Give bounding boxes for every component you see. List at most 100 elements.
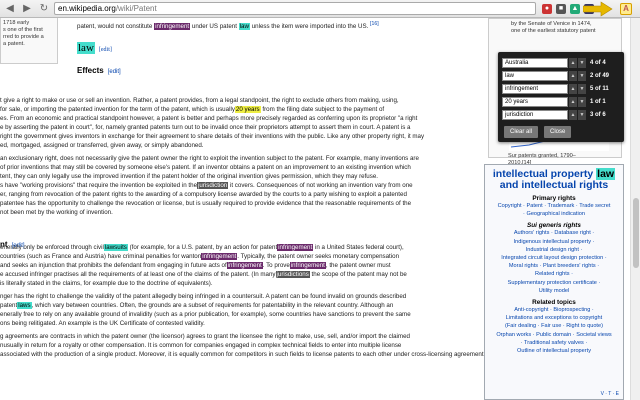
navbox-vte-links[interactable]: V · T · E: [601, 391, 619, 397]
find-term-input[interactable]: jurisdiction: [502, 110, 568, 120]
text-span: is literally stated in the claims, for e…: [0, 280, 213, 287]
find-match-count: 1 of 1: [590, 99, 606, 105]
caption-line: 1718 early: [3, 20, 30, 26]
text-line: t give a right to make or use or sell an…: [0, 96, 399, 105]
back-icon[interactable]: ◀: [3, 2, 17, 16]
clear-all-button[interactable]: Clear all: [504, 126, 539, 138]
find-row: law ▲ ▼ 2 of 49: [502, 70, 620, 82]
find-next-icon[interactable]: ▼: [578, 97, 586, 107]
find-row: Australia ▲ ▼ 4 of 4: [502, 57, 620, 69]
navbox-link-line[interactable]: Limitations and exceptions to copyright: [485, 314, 623, 322]
find-prev-icon[interactable]: ▲: [569, 71, 577, 81]
text-line: er, ranging from revocation of the paten…: [0, 190, 407, 199]
text-line: nger has the right to challenge the vali…: [0, 292, 406, 301]
text-span: A patent is a: [375, 124, 411, 131]
find-term-input[interactable]: 20 years: [502, 97, 568, 107]
text-span: countries (such as France and Austria) h…: [0, 253, 202, 260]
text-line: countries (such as France and Austria) h…: [0, 252, 399, 261]
find-highlight: infringement: [226, 262, 263, 269]
edit-link[interactable]: [edit]: [99, 47, 112, 53]
scrollbar-thumb[interactable]: [633, 198, 639, 268]
navbox-link-line[interactable]: Utility model: [485, 287, 623, 295]
text-span: . To prove: [262, 262, 290, 269]
text-span: not been met by the working of invention…: [0, 209, 113, 216]
navbox-link-line[interactable]: Authors' rights · Database right ·: [485, 229, 623, 237]
find-highlight: 20 years: [234, 106, 261, 113]
find-prev-icon[interactable]: ▲: [569, 84, 577, 94]
text-span: an exclusionary right, does not necessar…: [0, 155, 419, 162]
text-line: patent, would not constitute infringemen…: [77, 20, 379, 31]
navbox-link-line[interactable]: Industrial design right ·: [485, 246, 623, 254]
navbox-link-line[interactable]: Copyright · Patent · Trademark · Trade s…: [485, 202, 623, 210]
text-span: , which vary between countries. Often, t…: [31, 302, 394, 309]
navbox-link-line[interactable]: Integrated circuit layout design protect…: [485, 254, 623, 262]
text-span: patent: [0, 302, 18, 309]
text-span: es. From an economic and practical stand…: [0, 115, 418, 122]
text-line: ed, mortgaged, assigned or transferred, …: [0, 141, 204, 150]
browser-toolbar: ◀ ▶ ↻ en.wikipedia.org /wiki/Patent ● ■ …: [0, 0, 640, 18]
text-span: (for example, for a U.S. patent, by an a…: [127, 244, 278, 251]
reference-link[interactable]: [16]: [370, 21, 379, 27]
address-bar[interactable]: en.wikipedia.org /wiki/Patent: [54, 2, 536, 15]
ip-navbox: intellectual property law and intellectu…: [484, 164, 624, 400]
find-prev-icon[interactable]: ▲: [569, 97, 577, 107]
find-row: 20 years ▲ ▼ 1 of 1: [502, 96, 620, 108]
vertical-scrollbar[interactable]: [630, 18, 640, 400]
text-span: from making, using,: [342, 97, 399, 104]
find-highlight: infringement: [201, 253, 238, 260]
find-next-icon[interactable]: ▼: [578, 58, 586, 68]
text-line: s have "working provisions" that require…: [0, 181, 413, 190]
find-term-input[interactable]: infringement: [502, 84, 568, 94]
navbox-link-line[interactable]: Anti-copyright · Bioprospecting ·: [485, 306, 623, 314]
find-next-icon[interactable]: ▼: [578, 71, 586, 81]
find-prev-icon[interactable]: ▲: [569, 110, 577, 120]
find-match-count: 3 of 6: [590, 112, 606, 118]
text-line: ons being relitigated. An example is the…: [0, 319, 205, 328]
find-highlight: laws: [17, 302, 32, 309]
find-term-input[interactable]: Australia: [502, 58, 568, 68]
text-span: subject to the payment of: [313, 106, 385, 113]
navbox-link-line[interactable]: · Traditional safety valves ·: [485, 339, 623, 347]
navbox-link-line[interactable]: (Fair dealing · Fair use · Right to quot…: [485, 322, 623, 330]
navbox-link-line[interactable]: · Geographical indication: [485, 210, 623, 218]
extension-icon-gray[interactable]: ■: [556, 3, 566, 14]
text-span: in a United States federal court),: [313, 244, 404, 251]
find-prev-icon[interactable]: ▲: [569, 58, 577, 68]
text-span: associated with the production of a sing…: [0, 351, 534, 358]
extension-icon-green[interactable]: ▲: [570, 3, 580, 14]
navbox-section-sui: Sui generis rights: [527, 222, 581, 230]
text-line: of prior inventions that may still be co…: [0, 163, 411, 172]
annotation-arrow-icon: [583, 1, 613, 17]
forward-icon[interactable]: ▶: [20, 2, 34, 16]
edit-link[interactable]: [edit]: [108, 69, 121, 75]
find-match-count: 4 of 4: [590, 60, 606, 66]
find-highlight: jurisdiction: [197, 182, 229, 189]
find-highlight: jurisdictions: [275, 271, 310, 278]
find-term-input[interactable]: law: [502, 71, 568, 81]
text-span: s have "working provisions" that require…: [0, 182, 198, 189]
text-span: of prior inventions that may still be co…: [0, 164, 191, 171]
highlight-extension-icon[interactable]: A: [620, 2, 632, 15]
navbox-link-line[interactable]: Orphan works · Public domain · Societal …: [485, 331, 623, 339]
navbox-title[interactable]: intellectual property law and intellectu…: [485, 168, 623, 191]
caption-line: a patent.: [3, 41, 25, 47]
find-next-icon[interactable]: ▼: [578, 84, 586, 94]
heading-text: Effects: [77, 66, 104, 75]
text-span: right the government gives inventors in …: [0, 133, 425, 140]
extension-icon-red[interactable]: ●: [542, 3, 552, 14]
multi-find-panel: Australia ▲ ▼ 4 of 4 law ▲ ▼ 2 of 49 infringemen…: [498, 52, 624, 142]
navbox-link-line[interactable]: Outline of intellectual property: [485, 347, 623, 355]
reload-icon[interactable]: ↻: [37, 2, 51, 16]
text-line: g agreements are contracts in which the …: [0, 332, 410, 341]
text-line: is literally stated in the claims, for e…: [0, 279, 213, 288]
text-line: e by asserting the patent in court", for…: [0, 123, 410, 132]
navbox-link-line[interactable]: Indigenous intellectual property ·: [485, 238, 623, 246]
navbox-section-primary: Primary rights: [532, 195, 576, 202]
close-button[interactable]: Close: [544, 126, 572, 138]
text-span: ons being relitigated. An example is the…: [0, 320, 205, 327]
navbox-link-line[interactable]: Supplementary protection certificate ·: [485, 279, 623, 287]
navbox-link-line[interactable]: Moral rights · Plant breeders' rights ·: [485, 262, 623, 270]
find-next-icon[interactable]: ▼: [578, 110, 586, 120]
find-highlight: infringement: [277, 244, 314, 251]
navbox-link-line[interactable]: Related rights ·: [485, 270, 623, 278]
